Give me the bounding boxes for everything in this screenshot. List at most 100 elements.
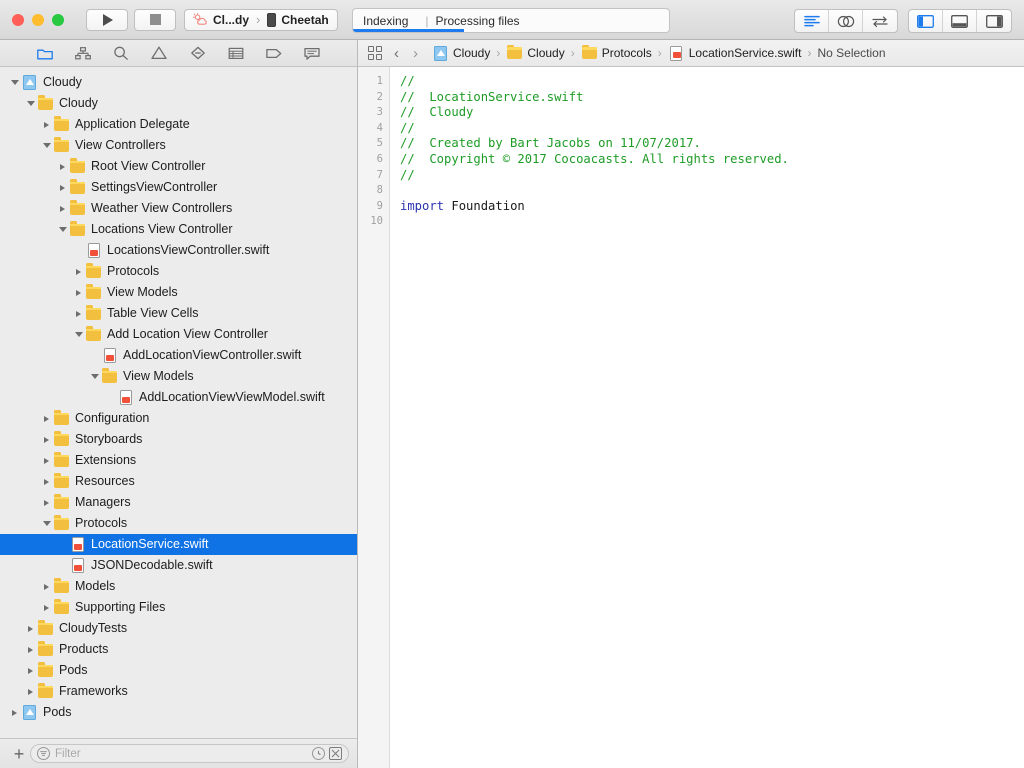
tree-row[interactable]: Storyboards: [0, 429, 357, 450]
breadcrumb-item[interactable]: Protocols: [581, 44, 652, 60]
disclosure-triangle-icon[interactable]: [40, 408, 53, 429]
disclosure-triangle-icon[interactable]: [40, 597, 53, 618]
filter-input[interactable]: Filter: [30, 744, 349, 763]
breadcrumb-item[interactable]: LocationService.swift: [668, 45, 801, 61]
tree-row[interactable]: Locations View Controller: [0, 219, 357, 240]
test-navigator-tab[interactable]: [225, 43, 247, 63]
tree-row[interactable]: Frameworks: [0, 681, 357, 702]
code-line[interactable]: // LocationService.swift: [400, 90, 1024, 106]
run-button[interactable]: [86, 8, 128, 31]
tree-row[interactable]: Pods: [0, 660, 357, 681]
disclosure-triangle-icon[interactable]: [56, 156, 69, 177]
tree-row[interactable]: Protocols: [0, 513, 357, 534]
close-button[interactable]: [12, 13, 24, 26]
tree-row[interactable]: Resources: [0, 471, 357, 492]
tree-row[interactable]: Managers: [0, 492, 357, 513]
add-file-button[interactable]: +: [8, 745, 30, 763]
tree-row[interactable]: Supporting Files: [0, 597, 357, 618]
disclosure-triangle-icon[interactable]: [40, 429, 53, 450]
disclosure-triangle-icon[interactable]: [40, 576, 53, 597]
tree-row-selected[interactable]: LocationService.swift: [0, 534, 357, 555]
tree-row[interactable]: JSONDecodable.swift: [0, 555, 357, 576]
code-line[interactable]: [400, 214, 1024, 230]
disclosure-triangle-icon[interactable]: [8, 72, 21, 93]
report-navigator-tab[interactable]: [301, 43, 323, 63]
scheme-selector[interactable]: Cl...dy › Cheetah: [184, 8, 338, 31]
tree-row[interactable]: Models: [0, 576, 357, 597]
stop-button[interactable]: [134, 8, 176, 31]
navigate-back-button[interactable]: ‹: [394, 45, 399, 62]
code-content[interactable]: //// LocationService.swift// Cloudy//// …: [390, 67, 1024, 768]
tree-row[interactable]: Weather View Controllers: [0, 198, 357, 219]
tree-row[interactable]: SettingsViewController: [0, 177, 357, 198]
disclosure-triangle-icon[interactable]: [56, 198, 69, 219]
disclosure-triangle-icon[interactable]: [40, 492, 53, 513]
disclosure-triangle-icon[interactable]: [72, 261, 85, 282]
breadcrumb[interactable]: Cloudy › Cloudy › Protocols › LocationService.…: [432, 44, 886, 61]
tree-row[interactable]: LocationsViewController.swift: [0, 240, 357, 261]
symbol-navigator-tab[interactable]: [110, 43, 132, 63]
clock-icon[interactable]: [312, 747, 325, 760]
disclosure-triangle-icon[interactable]: [24, 93, 37, 114]
disclosure-triangle-icon[interactable]: [40, 114, 53, 135]
tree-row[interactable]: Table View Cells: [0, 303, 357, 324]
code-line[interactable]: [400, 183, 1024, 199]
disclosure-triangle-icon[interactable]: [40, 471, 53, 492]
find-navigator-tab[interactable]: [148, 43, 170, 63]
version-editor-button[interactable]: [863, 10, 897, 32]
code-line[interactable]: import Foundation: [400, 199, 1024, 215]
navigate-forward-button[interactable]: ›: [413, 45, 418, 62]
tree-row[interactable]: Application Delegate: [0, 114, 357, 135]
disclosure-triangle-icon[interactable]: [24, 681, 37, 702]
tree-row[interactable]: Protocols: [0, 261, 357, 282]
debug-navigator-tab[interactable]: [263, 43, 285, 63]
source-control-navigator-tab[interactable]: [72, 43, 94, 63]
status-bar[interactable]: Indexing | Processing files: [352, 8, 670, 33]
tree-row[interactable]: CloudyTests: [0, 618, 357, 639]
disclosure-triangle-icon[interactable]: [56, 219, 69, 240]
disclosure-triangle-icon[interactable]: [40, 513, 53, 534]
breadcrumb-item[interactable]: Cloudy: [506, 44, 565, 60]
tree-row[interactable]: Root View Controller: [0, 156, 357, 177]
code-line[interactable]: // Created by Bart Jacobs on 11/07/2017.: [400, 136, 1024, 152]
source-control-filter-icon[interactable]: [329, 747, 342, 760]
disclosure-triangle-icon[interactable]: [72, 282, 85, 303]
disclosure-triangle-icon[interactable]: [72, 324, 85, 345]
zoom-button[interactable]: [52, 13, 64, 26]
utilities-toggle-button[interactable]: [977, 10, 1011, 32]
issue-navigator-tab[interactable]: [187, 43, 209, 63]
disclosure-triangle-icon[interactable]: [24, 639, 37, 660]
standard-editor-button[interactable]: [795, 10, 829, 32]
code-line[interactable]: //: [400, 168, 1024, 184]
debug-area-toggle-button[interactable]: [943, 10, 977, 32]
project-tree[interactable]: Cloudy Cloudy Application Delegate View Con…: [0, 67, 357, 738]
tree-row[interactable]: AddLocationViewController.swift: [0, 345, 357, 366]
tree-row[interactable]: Cloudy: [0, 93, 357, 114]
tree-row[interactable]: AddLocationViewViewModel.swift: [0, 387, 357, 408]
tree-row[interactable]: Extensions: [0, 450, 357, 471]
project-navigator-tab[interactable]: [34, 43, 56, 63]
disclosure-triangle-icon[interactable]: [40, 450, 53, 471]
disclosure-triangle-icon[interactable]: [40, 135, 53, 156]
breadcrumb-item[interactable]: Cloudy: [432, 45, 490, 61]
code-line[interactable]: //: [400, 121, 1024, 137]
code-line[interactable]: // Copyright © 2017 Cocoacasts. All righ…: [400, 152, 1024, 168]
breadcrumb-item[interactable]: No Selection: [817, 46, 885, 60]
minimize-button[interactable]: [32, 13, 44, 26]
navigator-toggle-button[interactable]: [909, 10, 943, 32]
tree-row[interactable]: Pods: [0, 702, 357, 723]
tree-row[interactable]: Cloudy: [0, 72, 357, 93]
disclosure-triangle-icon[interactable]: [88, 366, 101, 387]
source-editor[interactable]: 1 2 3 4 5 6 7 8 9 10 //// LocationService.swift//…: [358, 67, 1024, 768]
disclosure-triangle-icon[interactable]: [56, 177, 69, 198]
code-line[interactable]: // Cloudy: [400, 105, 1024, 121]
tree-row[interactable]: Add Location View Controller: [0, 324, 357, 345]
assistant-editor-button[interactable]: [829, 10, 863, 32]
tree-row[interactable]: View Models: [0, 282, 357, 303]
tree-row[interactable]: Configuration: [0, 408, 357, 429]
related-items-icon[interactable]: [368, 46, 382, 60]
tree-row[interactable]: View Controllers: [0, 135, 357, 156]
tree-row[interactable]: View Models: [0, 366, 357, 387]
code-line[interactable]: //: [400, 74, 1024, 90]
disclosure-triangle-icon[interactable]: [72, 303, 85, 324]
